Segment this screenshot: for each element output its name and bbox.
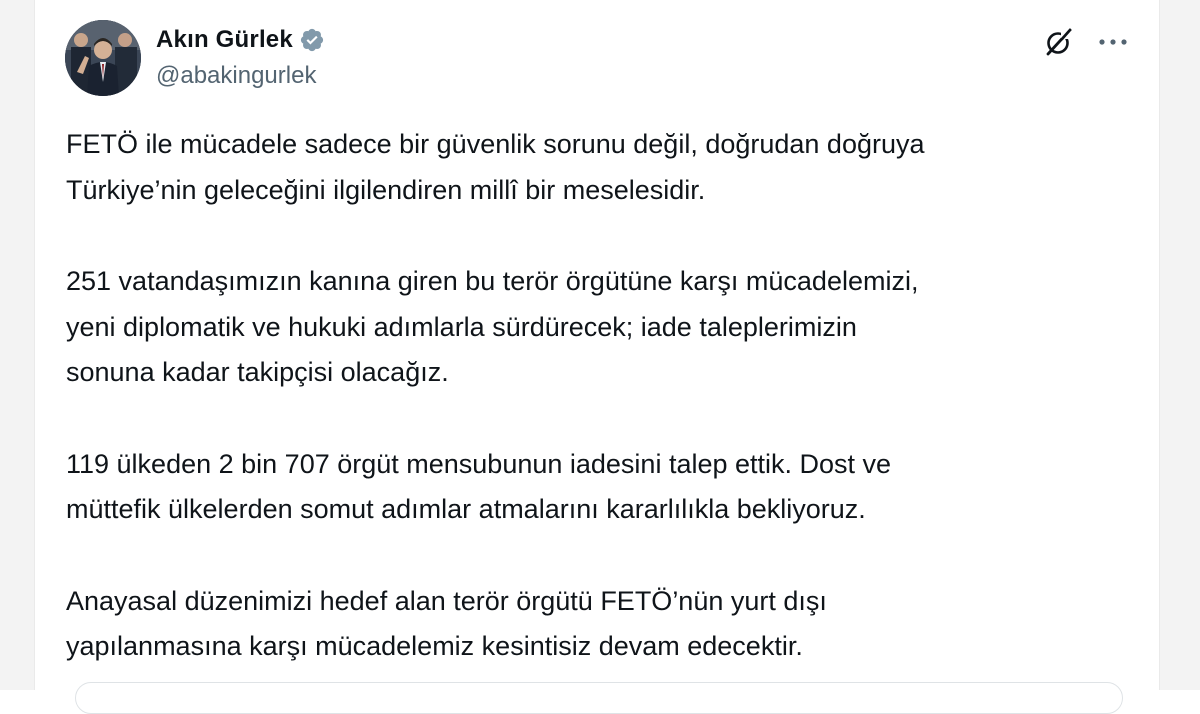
tweet-paragraph: 251 vatandaşımızın kanına giren bu terör… (66, 266, 919, 387)
avatar-photo (65, 20, 141, 96)
author-avatar[interactable] (65, 20, 141, 96)
author-name-row: Akın Gürlek (156, 24, 325, 56)
tweet-card: Akın Gürlek @abakingurlek FETÖ ile mücad… (34, 0, 1160, 714)
tweet-text: FETÖ ile mücadele sadece bir güvenlik so… (66, 122, 1146, 670)
more-options-icon (1099, 39, 1127, 45)
more-options-button[interactable] (1093, 24, 1133, 60)
verified-badge-icon (299, 27, 325, 53)
tweet-paragraph: 119 ülkeden 2 bin 707 örgüt mensubunun i… (66, 448, 892, 525)
grok-icon (1046, 28, 1072, 56)
tweet-paragraph: Anayasal düzenimizi hedef alan terör örg… (66, 585, 827, 662)
attached-media-card[interactable] (75, 682, 1123, 714)
screenshot-frame: Akın Gürlek @abakingurlek FETÖ ile mücad… (0, 0, 1200, 714)
tweet-paragraph: FETÖ ile mücadele sadece bir güvenlik so… (66, 129, 925, 205)
author-handle[interactable]: @abakingurlek (156, 62, 316, 90)
grok-button[interactable] (1041, 24, 1077, 60)
author-display-name[interactable]: Akın Gürlek (156, 26, 293, 54)
